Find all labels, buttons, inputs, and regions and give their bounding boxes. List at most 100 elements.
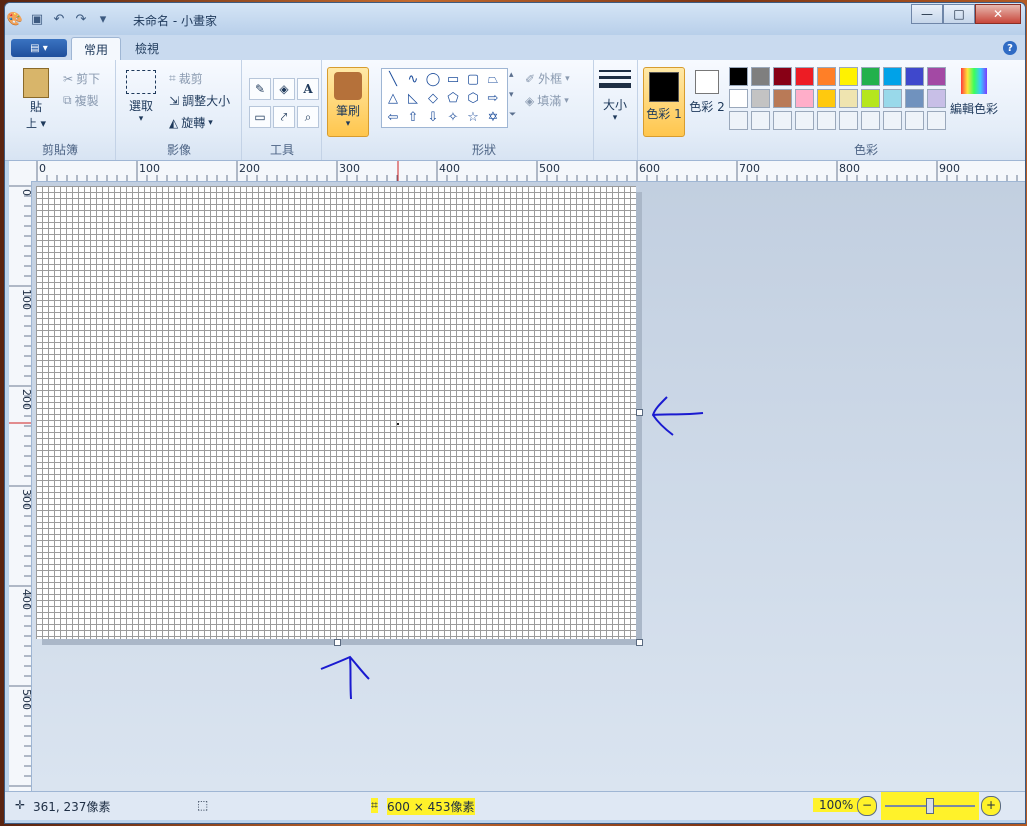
canvas-size-icon: ⌗: [371, 798, 378, 813]
annotation-arrow-up: [320, 655, 370, 700]
maximize-button[interactable]: □: [943, 4, 975, 24]
redo-icon[interactable]: ↷: [73, 11, 89, 27]
color2-swatch: [695, 70, 719, 94]
color-picker-icon[interactable]: ⤤: [273, 106, 295, 128]
shapes-group-label: 形狀: [471, 143, 496, 157]
quick-access-toolbar: 🎨 ▣ ↶ ↷ ▾: [7, 11, 111, 27]
paint-menu-button[interactable]: ▤ ▾: [11, 39, 67, 57]
outline-button[interactable]: ✐ 外框 ▾: [525, 70, 570, 87]
shapes-scroll-down[interactable]: ▾: [509, 90, 514, 100]
four-point-star-shape-icon[interactable]: ✧: [444, 108, 462, 126]
image-group-label: 影像: [166, 143, 191, 157]
color1-label: 色彩 1: [646, 107, 682, 121]
resize-handle-right[interactable]: [636, 409, 643, 416]
select-rectangle-icon: [126, 70, 156, 94]
vertical-ruler-label: 100: [20, 289, 31, 310]
cut-button[interactable]: ✂ 剪下: [63, 70, 100, 87]
paint-app-icon[interactable]: 🎨: [7, 11, 23, 27]
size-line-thick: [599, 83, 631, 88]
right-triangle-shape-icon[interactable]: ◺: [404, 89, 422, 107]
rotate-button[interactable]: ◭ 旋轉 ▾: [169, 114, 213, 131]
shapes-gallery: ╲ ∿ ◯ ▭ ▢ ⏢ △ ◺ ◇ ⬠ ⬡ ⇨ ⇦ ⇧ ⇩ ✧ ☆ ✡: [381, 68, 508, 128]
drawing-canvas[interactable]: [36, 186, 636, 639]
help-icon[interactable]: ?: [1003, 41, 1017, 55]
close-button[interactable]: ✕: [975, 4, 1021, 24]
curve-shape-icon[interactable]: ∿: [404, 70, 422, 88]
pencil-icon[interactable]: ✎: [249, 78, 271, 100]
down-arrow-shape-icon[interactable]: ⇩: [424, 108, 442, 126]
size-group: 大小 ▾: [593, 60, 638, 160]
select-label: 選取: [128, 99, 153, 113]
size-dropdown-icon: ▾: [612, 113, 618, 123]
vertical-ruler-label: 400: [20, 589, 31, 610]
colors-group: 色彩: [725, 60, 1007, 160]
paste-button[interactable]: 貼 上 ▾: [19, 68, 53, 131]
horizontal-ruler-label: 200: [239, 162, 260, 175]
horizontal-ruler-label: 500: [539, 162, 560, 175]
copy-button[interactable]: ⧉ 複製: [63, 92, 99, 109]
text-tool-icon[interactable]: A: [297, 78, 319, 100]
tools-group: ✎ ◈ A ▭ ⤤ ⌕ 工具: [243, 60, 322, 160]
ruler-corner: [9, 161, 31, 181]
zoom-slider[interactable]: [881, 792, 979, 820]
size-button[interactable]: 大小 ▾: [597, 68, 633, 123]
cursor-position-icon: ✛: [15, 798, 26, 812]
vertical-ruler-label: 200: [20, 389, 31, 410]
tab-view[interactable]: 檢視: [123, 37, 171, 59]
size-line-medium: [599, 76, 631, 79]
brush-icon: [334, 72, 362, 100]
clipboard-icon: [23, 68, 49, 98]
rectangle-shape-icon[interactable]: ▭: [444, 70, 462, 88]
shapes-expand[interactable]: ⏷: [509, 110, 516, 120]
brushes-dropdown-icon: ▾: [345, 119, 351, 129]
brushes-button[interactable]: 筆刷 ▾: [327, 67, 369, 137]
zoom-out-icon[interactable]: −: [857, 796, 877, 816]
horizontal-ruler-label: 900: [939, 162, 960, 175]
six-point-star-shape-icon[interactable]: ✡: [484, 108, 502, 126]
minimize-button[interactable]: —: [911, 4, 943, 24]
ribbon: 貼 上 ▾ ✂ 剪下 ⧉ 複製 剪貼簿 選取 ▾ ⌗ 裁剪 ⇲ 調整大小 ◭ 旋…: [5, 60, 1025, 161]
resize-button[interactable]: ⇲ 調整大小: [169, 92, 230, 109]
magnifier-icon[interactable]: ⌕: [297, 106, 319, 128]
pentagon-shape-icon[interactable]: ⬠: [444, 89, 462, 107]
customize-qat-icon[interactable]: ▾: [95, 11, 111, 27]
color2-label: 色彩 2: [689, 100, 725, 114]
horizontal-ruler-label: 700: [739, 162, 760, 175]
color1-swatch: [649, 72, 679, 102]
rounded-rectangle-shape-icon[interactable]: ▢: [464, 70, 482, 88]
tab-home[interactable]: 常用: [71, 37, 122, 60]
select-button[interactable]: 選取 ▾: [123, 70, 159, 124]
five-point-star-shape-icon[interactable]: ☆: [464, 108, 482, 126]
diamond-shape-icon[interactable]: ◇: [424, 89, 442, 107]
eraser-icon[interactable]: ▭: [249, 106, 271, 128]
crop-button[interactable]: ⌗ 裁剪: [169, 70, 203, 87]
up-arrow-shape-icon[interactable]: ⇧: [404, 108, 422, 126]
size-label: 大小: [602, 98, 627, 112]
zoom-slider-thumb[interactable]: [926, 798, 934, 814]
color1-button[interactable]: 色彩 1: [643, 67, 685, 137]
fill-bucket-icon[interactable]: ◈: [273, 78, 295, 100]
oval-shape-icon[interactable]: ◯: [424, 70, 442, 88]
triangle-shape-icon[interactable]: △: [384, 89, 402, 107]
resize-handle-bottom[interactable]: [334, 639, 341, 646]
polygon-shape-icon[interactable]: ⏢: [484, 70, 502, 88]
undo-icon[interactable]: ↶: [51, 11, 67, 27]
color2-button[interactable]: 色彩 2: [687, 70, 727, 115]
size-line-thin: [599, 70, 631, 72]
horizontal-ruler: 0 100 200 300 400 500 600 700 800 900: [31, 161, 1025, 182]
left-arrow-shape-icon[interactable]: ⇦: [384, 108, 402, 126]
line-shape-icon[interactable]: ╲: [384, 70, 402, 88]
hexagon-shape-icon[interactable]: ⬡: [464, 89, 482, 107]
fill-button[interactable]: ◈ 填滿 ▾: [525, 92, 569, 109]
horizontal-ruler-label: 100: [139, 162, 160, 175]
resize-handle-corner[interactable]: [636, 639, 643, 646]
window-title: 未命名 - 小畫家: [133, 14, 217, 28]
right-arrow-shape-icon[interactable]: ⇨: [484, 89, 502, 107]
shapes-scroll-up[interactable]: ▴: [509, 70, 514, 80]
vertical-ruler: 0 100 200 300 400 500: [9, 181, 33, 791]
canvas-size: 600 × 453像素: [387, 798, 475, 815]
zoom-in-icon[interactable]: +: [981, 796, 1001, 816]
save-icon[interactable]: ▣: [29, 11, 45, 27]
horizontal-ruler-label: 600: [639, 162, 660, 175]
vertical-ruler-label: 0: [20, 189, 31, 196]
